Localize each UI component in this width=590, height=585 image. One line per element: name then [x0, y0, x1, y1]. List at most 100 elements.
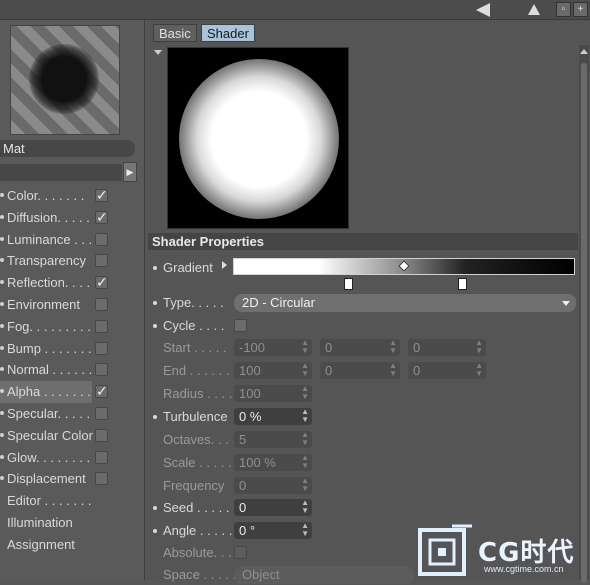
animate-dot-icon[interactable]	[153, 266, 157, 270]
channel-item-illumination[interactable]: Illumination	[0, 512, 145, 534]
spinner-icon[interactable]: ▲ ▼	[475, 362, 483, 378]
start-y-field[interactable]: 0 ▲ ▼	[320, 339, 400, 356]
animate-dot-icon[interactable]	[153, 415, 157, 419]
scroll-up-icon[interactable]	[580, 49, 588, 54]
material-preview[interactable]	[10, 25, 120, 135]
scrollbar-thumb[interactable]	[581, 63, 587, 583]
spinner-icon[interactable]: ▲ ▼	[301, 522, 309, 538]
type-value: 2D - Circular	[242, 295, 315, 310]
channel-item-fog[interactable]: Fog. . . . . . . . .	[0, 316, 145, 338]
type-dropdown[interactable]: 2D - Circular	[234, 294, 576, 312]
end-x-field[interactable]: 100 ▲ ▼	[234, 362, 312, 379]
channel-checkbox[interactable]: ✓	[95, 188, 108, 202]
channel-checkbox[interactable]	[95, 254, 108, 268]
window-icon[interactable]: ▫	[556, 2, 571, 17]
channel-label: Assignment	[7, 536, 75, 552]
channel-list: Color. . . . . . . ✓ Diffusion. . . . . ✓ …	[0, 185, 145, 556]
scale-label: Scale . . . . .	[163, 455, 232, 470]
channel-item-alpha[interactable]: Alpha . . . . . . . ✓	[0, 381, 108, 403]
channel-item-normal[interactable]: Normal . . . . . .	[0, 359, 145, 381]
scale-field[interactable]: 100 % ▲ ▼	[234, 454, 312, 471]
channel-item-assignment[interactable]: Assignment	[0, 534, 145, 556]
seed-field[interactable]: 0 ▲ ▼	[234, 499, 312, 516]
material-layer-bar[interactable]	[0, 164, 122, 181]
spinner-icon[interactable]: ▲ ▼	[301, 408, 309, 424]
channel-checkbox[interactable]	[95, 428, 108, 442]
spinner-icon[interactable]: ▲ ▼	[301, 339, 309, 355]
channel-item-diffusion[interactable]: Diffusion. . . . . ✓	[0, 207, 145, 229]
gradient-knot[interactable]	[458, 278, 467, 290]
channel-item-luminance[interactable]: Luminance . . . .	[0, 229, 145, 251]
channel-checkbox[interactable]	[95, 319, 108, 333]
animate-dot-icon[interactable]	[153, 301, 157, 305]
channel-item-transparency[interactable]: Transparency	[0, 250, 145, 272]
up-arrow-icon[interactable]	[528, 4, 540, 15]
plus-icon[interactable]: +	[573, 2, 588, 17]
channel-checkbox[interactable]	[95, 450, 108, 464]
spinner-icon[interactable]: ▲ ▼	[301, 431, 309, 447]
tab-basic[interactable]: Basic	[153, 24, 197, 42]
radius-field[interactable]: 100 ▲ ▼	[234, 385, 312, 402]
material-name-field[interactable]: Mat	[0, 140, 135, 157]
turbulence-field[interactable]: 0 % ▲ ▼	[234, 408, 312, 425]
cycle-label: Cycle . . . .	[163, 318, 225, 333]
gradient-expand-icon[interactable]	[222, 261, 227, 269]
end-z-field[interactable]: 0 ▲ ▼	[408, 362, 486, 379]
spinner-icon[interactable]: ▲ ▼	[301, 385, 309, 401]
channel-checkbox[interactable]	[95, 341, 108, 355]
spinner-icon[interactable]: ▲ ▼	[301, 477, 309, 493]
channel-item-specular-color[interactable]: Specular Color	[0, 425, 145, 447]
spinner-icon[interactable]: ▲ ▼	[475, 339, 483, 355]
animate-dot-icon[interactable]	[153, 529, 157, 533]
animate-dot-icon[interactable]	[153, 506, 157, 510]
start-z-field[interactable]: 0 ▲ ▼	[408, 339, 486, 356]
spinner-icon[interactable]: ▲ ▼	[301, 499, 309, 515]
space-row: Space . . . . . Object	[146, 565, 586, 585]
collapse-triangle-icon[interactable]	[154, 50, 162, 55]
frequency-field[interactable]: 0 ▲ ▼	[234, 477, 312, 494]
frequency-value: 0	[239, 478, 247, 493]
channel-label: Reflection. . . .	[7, 275, 91, 291]
spinner-icon[interactable]: ▲ ▼	[301, 362, 309, 378]
channel-checkbox[interactable]	[95, 297, 108, 311]
channel-checkbox[interactable]: ✓	[95, 210, 108, 224]
vertical-scrollbar[interactable]	[579, 45, 589, 583]
channel-item-color[interactable]: Color. . . . . . . ✓	[0, 185, 145, 207]
tab-shader[interactable]: Shader	[201, 24, 255, 42]
cycle-row: Cycle . . . .	[146, 316, 586, 336]
gradient-editor[interactable]	[233, 258, 575, 275]
spinner-icon[interactable]: ▲ ▼	[301, 454, 309, 470]
end-y-field[interactable]: 0 ▲ ▼	[320, 362, 400, 379]
channel-checkbox[interactable]	[95, 406, 108, 420]
turbulence-row: Turbulence 0 % ▲ ▼	[146, 407, 586, 427]
channel-item-bump[interactable]: Bump . . . . . . .	[0, 338, 145, 360]
cycle-checkbox[interactable]	[234, 319, 247, 332]
channel-checkbox[interactable]: ✓	[95, 275, 108, 290]
expand-arrow-icon[interactable]: ▶	[123, 162, 137, 182]
spinner-icon[interactable]: ▲ ▼	[389, 339, 397, 355]
channel-bullet	[0, 214, 4, 219]
channel-item-reflection[interactable]: Reflection. . . . ✓	[0, 272, 145, 294]
gradient-midpoint-handle[interactable]	[398, 260, 410, 272]
arrow-left-icon[interactable]	[476, 3, 490, 17]
angle-field[interactable]: 0 ° ▲ ▼	[234, 522, 312, 539]
channel-item-glow[interactable]: Glow. . . . . . . .	[0, 447, 145, 469]
channel-item-displacement[interactable]: Displacement	[0, 468, 145, 490]
channel-item-specular[interactable]: Specular. . . . .	[0, 403, 145, 425]
octaves-field[interactable]: 5 ▲ ▼	[234, 431, 312, 448]
channel-item-environment[interactable]: Environment	[0, 294, 145, 316]
spinner-icon[interactable]: ▲ ▼	[389, 362, 397, 378]
absolute-checkbox[interactable]	[234, 546, 247, 559]
channel-bullet	[0, 454, 4, 459]
channel-checkbox[interactable]: ✓	[95, 384, 108, 399]
channel-checkbox[interactable]	[95, 232, 108, 246]
section-title: Shader Properties	[148, 233, 578, 250]
gradient-knot[interactable]	[344, 278, 353, 290]
animate-dot-icon[interactable]	[153, 324, 157, 328]
channel-checkbox[interactable]	[95, 472, 108, 486]
channel-item-editor[interactable]: Editor . . . . . . .	[0, 490, 145, 512]
shader-preview	[167, 47, 349, 229]
space-dropdown[interactable]: Object	[234, 566, 414, 584]
channel-checkbox[interactable]	[95, 363, 108, 377]
start-x-field[interactable]: -100 ▲ ▼	[234, 339, 312, 356]
